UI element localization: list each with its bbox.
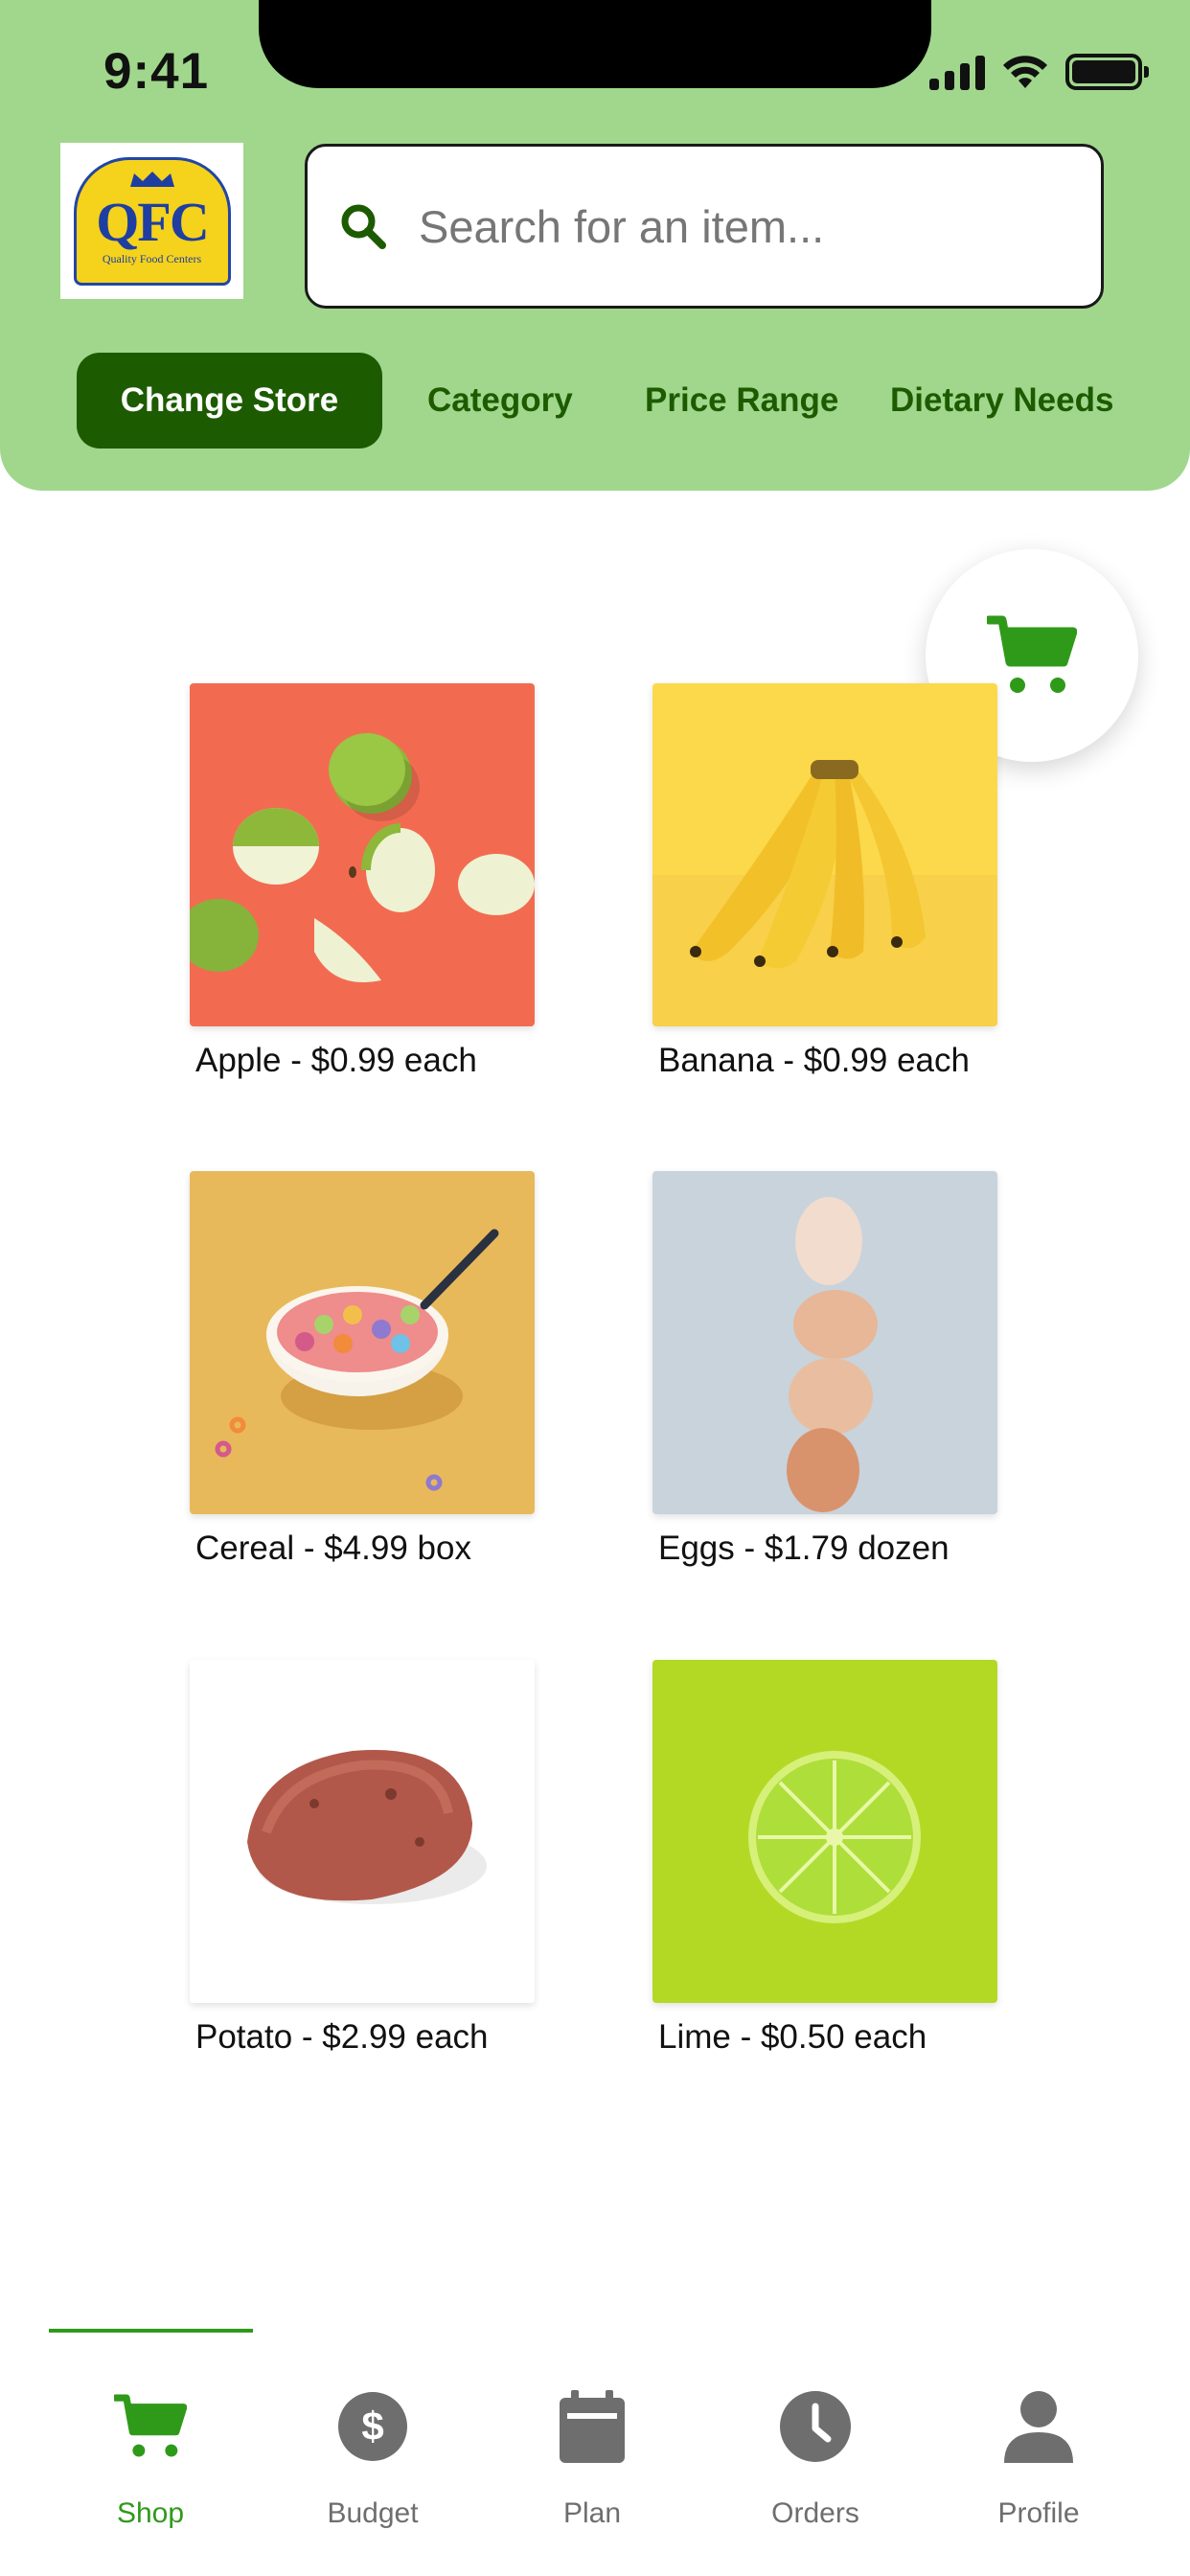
device-notch (259, 0, 931, 88)
qfc-logo-badge: QFC Quality Food Centers (73, 156, 231, 286)
product-label: Lime - $0.50 each (658, 2018, 927, 2056)
active-tab-indicator (49, 2329, 253, 2333)
nav-budget[interactable]: $ Budget (262, 2338, 484, 2568)
nav-label-profile: Profile (997, 2497, 1080, 2529)
product-image-potato (190, 1660, 535, 2003)
clock-icon (780, 2391, 851, 2462)
nav-orders[interactable]: Orders (704, 2338, 927, 2568)
crown-icon (129, 171, 174, 187)
product-label: Eggs - $1.79 dozen (658, 1530, 950, 1567)
product-card-cereal[interactable]: Cereal - $4.99 box (190, 1171, 535, 1568)
wifi-icon (1003, 56, 1047, 88)
nav-label-orders: Orders (771, 2497, 859, 2529)
logo-text: QFC (96, 191, 209, 253)
product-card-lime[interactable]: Lime - $0.50 each (652, 1660, 997, 2057)
price-range-filter[interactable]: Price Range (645, 353, 838, 448)
product-label: Cereal - $4.99 box (195, 1530, 471, 1567)
product-image-cereal (190, 1171, 535, 1514)
category-filter[interactable]: Category (427, 353, 573, 448)
store-logo[interactable]: QFC Quality Food Centers (60, 143, 243, 299)
nav-label-shop: Shop (116, 2497, 185, 2529)
status-time: 9:41 (103, 43, 210, 100)
product-card-apple[interactable]: Apple - $0.99 each (190, 683, 535, 1080)
product-image-apple (190, 683, 535, 1026)
product-card-eggs[interactable]: Eggs - $1.79 dozen (652, 1171, 997, 1568)
product-image-lime (652, 1660, 997, 2003)
person-icon (1004, 2391, 1073, 2463)
calendar-icon (560, 2390, 625, 2463)
nav-label-plan: Plan (562, 2497, 622, 2529)
nav-label-budget: Budget (327, 2497, 419, 2529)
product-image-banana (652, 683, 997, 1026)
cart-icon (987, 615, 1077, 693)
dollar-icon: $ (338, 2392, 407, 2461)
dietary-needs-filter[interactable]: Dietary Needs (890, 353, 1113, 448)
product-label: Apple - $0.99 each (195, 1042, 477, 1079)
status-bar: 9:41 (0, 0, 1190, 144)
product-label: Potato - $2.99 each (195, 2018, 489, 2056)
change-store-button[interactable]: Change Store (77, 353, 382, 448)
app-header: 9:41 QFC Quality Food Centers Search for… (0, 0, 1190, 491)
product-label: Banana - $0.99 each (658, 1042, 970, 1079)
cellular-signal-icon (929, 54, 985, 90)
product-card-banana[interactable]: Banana - $0.99 each (652, 683, 997, 1080)
svg-text:$: $ (361, 2404, 383, 2449)
search-input[interactable]: Search for an item... (305, 144, 1104, 309)
logo-subtitle: Quality Food Centers (102, 252, 202, 265)
nav-shop[interactable]: Shop (39, 2338, 262, 2568)
bottom-nav: Shop $ Budget Plan Orders Profile (0, 2338, 1190, 2576)
search-icon (341, 204, 386, 249)
filter-chips: Change Store Category Price Range Dietar… (77, 353, 1113, 448)
product-image-eggs (652, 1171, 997, 1514)
search-placeholder: Search for an item... (419, 200, 825, 252)
nav-profile[interactable]: Profile (927, 2338, 1150, 2568)
cart-icon (114, 2394, 187, 2457)
nav-plan[interactable]: Plan (481, 2338, 703, 2568)
product-card-potato[interactable]: Potato - $2.99 each (190, 1660, 535, 2057)
battery-icon (1065, 54, 1149, 90)
status-icons (929, 50, 1149, 94)
